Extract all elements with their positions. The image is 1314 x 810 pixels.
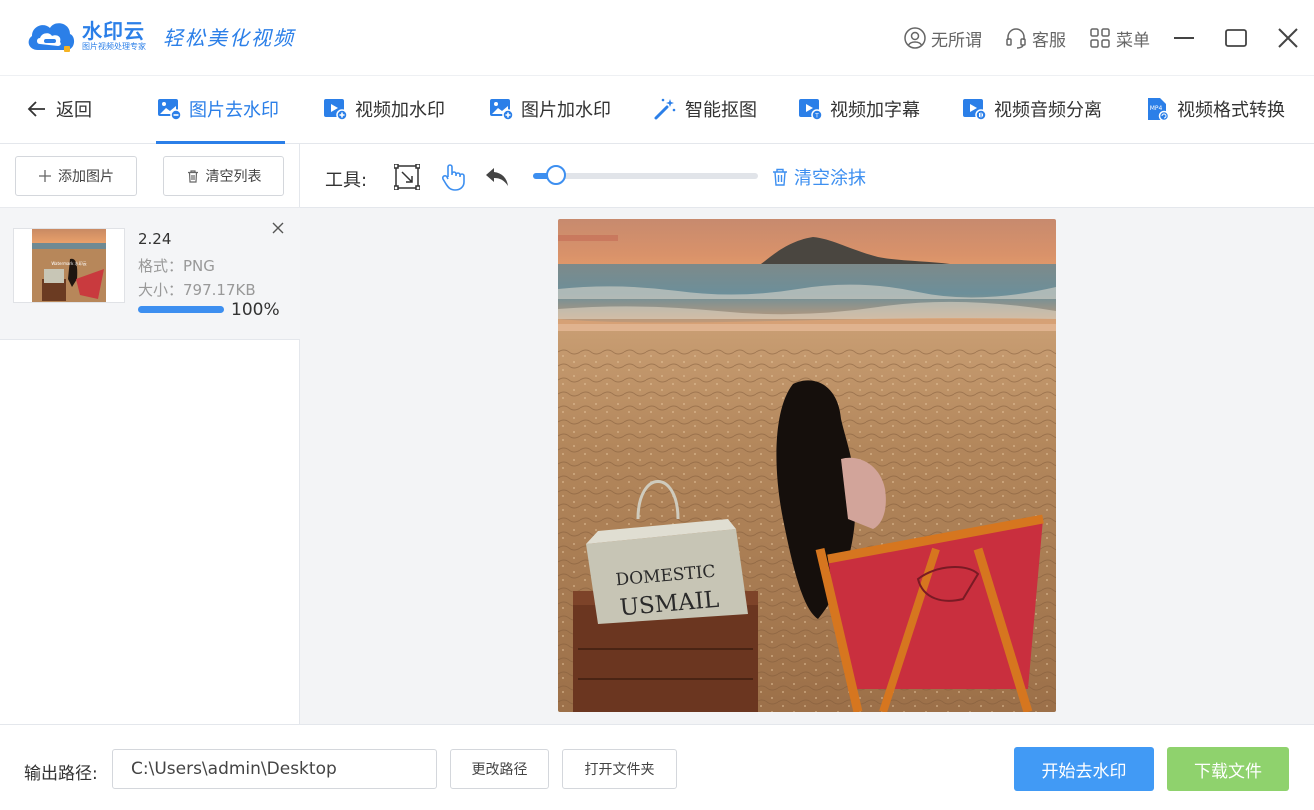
back-button[interactable]: 返回 [26, 96, 92, 122]
remove-file-button[interactable] [270, 220, 286, 236]
tab-label: 视频音频分离 [994, 100, 1102, 121]
add-image-button[interactable]: 添加图片 [15, 156, 137, 196]
edit-toolbar: 工具: 清空涂抹 [300, 144, 1314, 208]
open-folder-label: 打开文件夹 [584, 762, 655, 778]
clear-list-button[interactable]: 清空列表 [163, 156, 284, 196]
image-remove-icon [158, 99, 181, 121]
menu-label: 菜单 [1116, 30, 1150, 51]
grid-menu-icon [1090, 28, 1110, 48]
minimize-button[interactable] [1158, 20, 1210, 56]
maximize-button[interactable] [1210, 20, 1262, 56]
video-audio-icon [963, 99, 986, 121]
tools-label: 工具: [325, 170, 368, 191]
image-add-icon [490, 99, 513, 121]
tab-video-add-subtitle[interactable]: T 视频加字幕 [798, 96, 920, 122]
cloud-logo-icon [24, 16, 78, 56]
tab-video-format-convert[interactable]: MP4 视频格式转换 [1145, 96, 1285, 122]
video-add-icon [324, 99, 347, 121]
progress-bar-fill [138, 306, 224, 313]
slider-handle[interactable] [545, 165, 566, 185]
clear-list-label: 清空列表 [205, 169, 262, 185]
plus-icon [39, 170, 51, 182]
tab-video-add-watermark[interactable]: 视频加水印 [323, 96, 445, 122]
start-remove-watermark-button[interactable]: 开始去水印 [1014, 747, 1154, 791]
tab-image-remove-watermark[interactable]: 图片去水印 [157, 96, 279, 122]
trash-icon [187, 170, 198, 183]
minimize-icon [1174, 37, 1194, 39]
maximize-icon [1225, 29, 1247, 47]
tab-label: 图片加水印 [521, 100, 611, 121]
change-path-button[interactable]: 更改路径 [450, 749, 549, 789]
download-file-button[interactable]: 下载文件 [1167, 747, 1289, 791]
user-account-link[interactable]: 无所谓 [903, 26, 982, 51]
output-path-label: 输出路径: [24, 764, 98, 784]
feature-nav: 返回 图片去水印 视频加水印 图片加水印 智能抠图 T 视频加字幕 视频音频分离… [0, 76, 1314, 144]
close-icon [272, 222, 284, 234]
file-name: 2.24 [138, 230, 172, 248]
select-box-icon [394, 164, 420, 190]
close-window-button[interactable] [1262, 20, 1314, 56]
tab-label: 视频加字幕 [830, 100, 920, 121]
menu-link[interactable]: 菜单 [1088, 26, 1150, 51]
output-path-field[interactable]: C:\Users\admin\Desktop [112, 749, 437, 789]
magic-wand-icon [654, 98, 676, 120]
file-size: 大小：797.17KB [138, 281, 256, 299]
mp4-file-icon: MP4 [1148, 98, 1169, 121]
app-name: 水印云 [82, 19, 145, 43]
arrow-left-icon [27, 101, 45, 117]
open-folder-button[interactable]: 打开文件夹 [562, 749, 677, 789]
user-name: 无所谓 [931, 30, 982, 51]
file-list-panel: 添加图片 清空列表 Watermark 水印云 2.24 格式：PNG 大小：7… [0, 144, 300, 724]
tab-image-add-watermark[interactable]: 图片加水印 [489, 96, 611, 122]
tab-label: 智能抠图 [685, 100, 757, 121]
change-path-label: 更改路径 [471, 762, 528, 778]
preview-canvas[interactable]: DOMESTIC USMAIL [300, 208, 1314, 724]
clear-smear-button[interactable]: 清空涂抹 [772, 164, 866, 190]
progress-bar [138, 306, 224, 313]
app-subtitle: 图片视频处理专家 [82, 42, 146, 51]
brush-size-slider[interactable] [533, 173, 758, 179]
tab-label: 图片去水印 [189, 100, 279, 121]
app-logo: 水印云 图片视频处理专家 [24, 16, 146, 56]
preview-image[interactable]: DOMESTIC USMAIL [558, 219, 1056, 712]
file-thumbnail: Watermark 水印云 [13, 228, 125, 303]
tab-label: 视频加水印 [355, 100, 445, 121]
svg-text:T: T [814, 113, 819, 120]
file-list-item[interactable]: Watermark 水印云 2.24 格式：PNG 大小：797.17KB 10… [0, 208, 300, 340]
video-subtitle-icon: T [799, 99, 822, 121]
add-image-label: 添加图片 [58, 169, 114, 185]
select-area-tool[interactable] [392, 162, 422, 192]
start-label: 开始去水印 [1041, 761, 1127, 782]
hand-pointer-icon [441, 164, 465, 191]
svg-text:Watermark 水印云: Watermark 水印云 [51, 260, 86, 266]
service-label: 客服 [1032, 30, 1066, 51]
tab-label: 视频格式转换 [1177, 100, 1285, 121]
clear-smear-label: 清空涂抹 [794, 168, 866, 189]
progress-text: 100% [231, 300, 280, 320]
undo-icon [486, 168, 508, 186]
output-bar: 输出路径: C:\Users\admin\Desktop 更改路径 打开文件夹 … [0, 724, 1314, 810]
back-label: 返回 [56, 100, 92, 121]
undo-button[interactable] [482, 162, 512, 192]
hand-tool[interactable] [438, 162, 468, 192]
customer-service-link[interactable]: 客服 [1004, 26, 1066, 51]
close-icon [1278, 28, 1298, 48]
svg-text:MP4: MP4 [1150, 105, 1163, 112]
tab-smart-cutout[interactable]: 智能抠图 [653, 96, 757, 122]
file-format: 格式：PNG [138, 257, 215, 275]
title-bar: 水印云 图片视频处理专家 轻松美化视频 无所谓 客服 菜单 [0, 0, 1314, 76]
tab-video-audio-split[interactable]: 视频音频分离 [962, 96, 1102, 122]
download-label: 下载文件 [1194, 761, 1262, 782]
app-slogan: 轻松美化视频 [163, 26, 295, 50]
trash-icon [773, 168, 787, 186]
output-path-value: C:\Users\admin\Desktop [131, 759, 337, 779]
headset-icon [1006, 28, 1026, 49]
user-icon [904, 27, 926, 49]
